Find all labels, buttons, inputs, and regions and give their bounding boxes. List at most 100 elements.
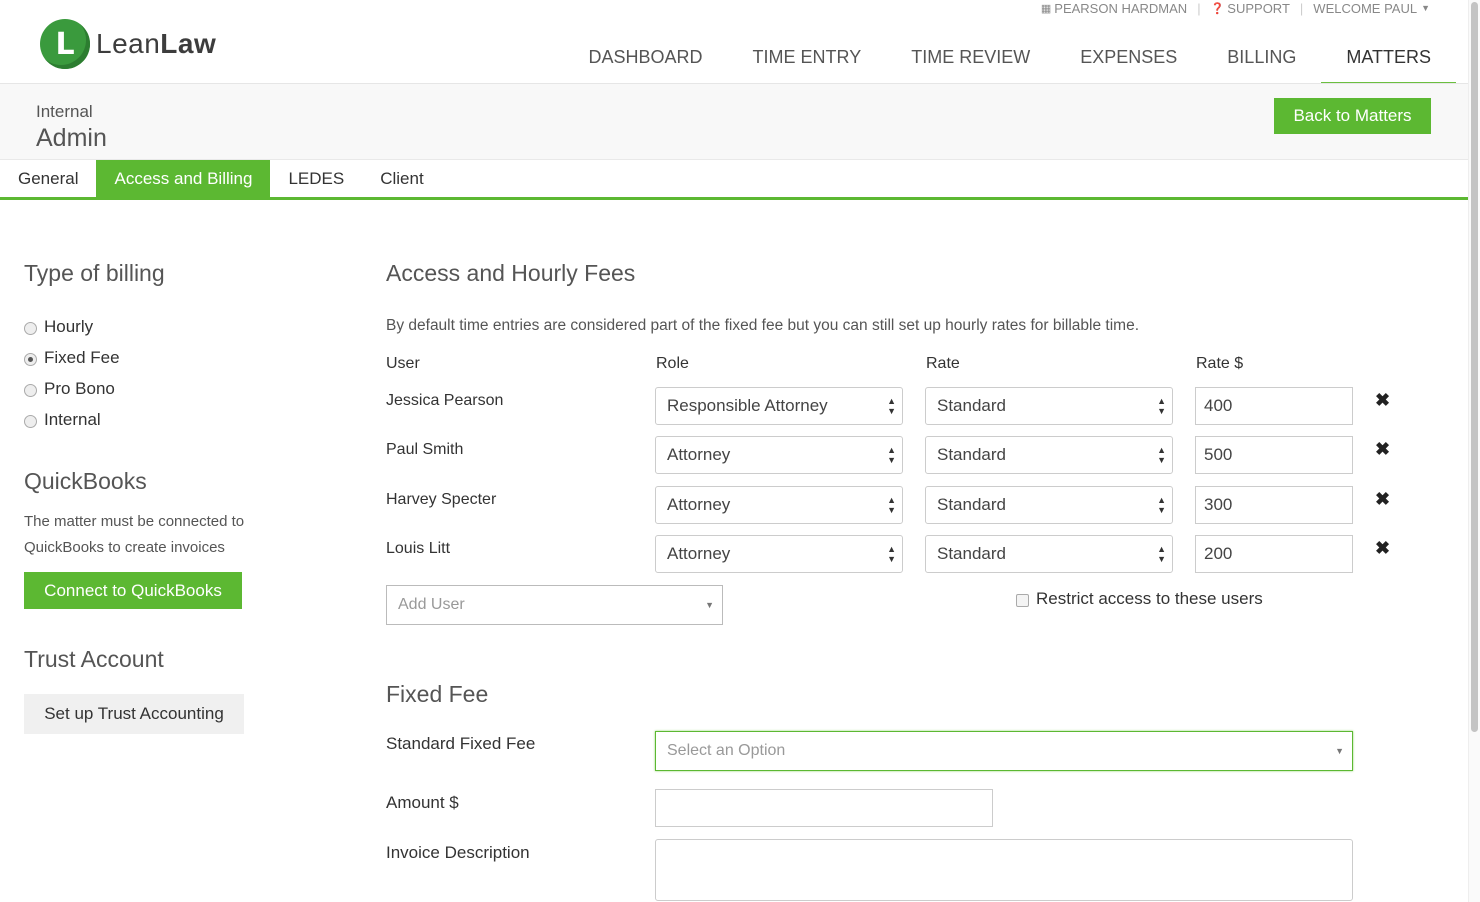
add-user-placeholder: Add User bbox=[398, 596, 465, 613]
rate-amount-input[interactable]: 200 bbox=[1195, 535, 1353, 573]
matter-title: Admin bbox=[36, 124, 107, 152]
column-header-user: User bbox=[386, 355, 420, 372]
rate-value: Standard bbox=[937, 445, 1006, 464]
nav-dashboard[interactable]: DASHBOARD bbox=[564, 38, 728, 84]
logo-text: LeanLaw bbox=[96, 28, 216, 60]
billing-option-label: Hourly bbox=[44, 316, 94, 336]
setup-trust-accounting-button[interactable]: Set up Trust Accounting bbox=[24, 694, 244, 734]
column-header-role: Role bbox=[656, 355, 689, 372]
role-value: Attorney bbox=[667, 445, 731, 464]
restrict-access-checkbox[interactable] bbox=[1016, 594, 1029, 607]
radio-checked-icon[interactable] bbox=[24, 352, 37, 366]
billing-type-heading: Type of billing bbox=[24, 260, 165, 286]
role-select[interactable]: Attorney ▲ ▼ bbox=[655, 535, 903, 573]
utility-bar: ▦ PEARSON HARDMAN | ❓ SUPPORT | WELCOME … bbox=[1041, 0, 1430, 16]
role-select[interactable]: Responsible Attorney ▲ ▼ bbox=[655, 387, 903, 425]
user-name: Louis Litt bbox=[386, 540, 451, 557]
caret-down-icon: ▼ bbox=[1421, 3, 1430, 13]
nav-time-entry[interactable]: TIME ENTRY bbox=[728, 38, 887, 84]
restrict-access-label: Restrict access to these users bbox=[1036, 589, 1263, 608]
access-heading: Access and Hourly Fees bbox=[386, 260, 636, 286]
billing-option-label: Pro Bono bbox=[44, 378, 115, 398]
logo-mark: L bbox=[40, 19, 90, 69]
remove-user-icon[interactable]: ✖ bbox=[1375, 390, 1390, 411]
main-nav: DASHBOARD TIME ENTRY TIME REVIEW EXPENSE… bbox=[564, 38, 1456, 84]
billing-option-label: Internal bbox=[44, 409, 101, 429]
page-scrollbar[interactable] bbox=[1468, 0, 1480, 902]
access-description: By default time entries are considered p… bbox=[386, 317, 1140, 334]
invoice-description-textarea[interactable] bbox=[655, 839, 1353, 901]
rate-value: Standard bbox=[937, 544, 1006, 563]
remove-user-icon[interactable]: ✖ bbox=[1375, 439, 1390, 460]
rate-value: Standard bbox=[937, 495, 1006, 514]
sort-arrows-icon: ▲ ▼ bbox=[1157, 495, 1166, 515]
sort-arrows-icon: ▲ ▼ bbox=[1157, 445, 1166, 465]
access-section: Access and Hourly Fees By default time e… bbox=[386, 260, 1396, 901]
add-user-select[interactable]: Add User ▼ bbox=[386, 585, 723, 625]
radio-icon[interactable] bbox=[24, 414, 37, 428]
welcome-menu[interactable]: WELCOME PAUL bbox=[1313, 1, 1417, 16]
radio-icon[interactable] bbox=[24, 383, 37, 397]
nav-time-review[interactable]: TIME REVIEW bbox=[886, 38, 1055, 84]
rate-select[interactable]: Standard ▲ ▼ bbox=[925, 486, 1173, 524]
nav-expenses[interactable]: EXPENSES bbox=[1055, 38, 1202, 84]
billing-option-label: Fixed Fee bbox=[44, 347, 120, 367]
billing-option-internal[interactable]: Internal bbox=[24, 404, 324, 435]
sort-arrows-icon: ▲ ▼ bbox=[887, 445, 896, 465]
standard-fixed-fee-placeholder: Select an Option bbox=[667, 742, 786, 759]
role-value: Attorney bbox=[667, 544, 731, 563]
rate-amount-input[interactable]: 400 bbox=[1195, 387, 1353, 425]
rate-select[interactable]: Standard ▲ ▼ bbox=[925, 535, 1173, 573]
tab-client[interactable]: Client bbox=[362, 160, 441, 197]
nav-matters[interactable]: MATTERS bbox=[1321, 38, 1456, 84]
connect-quickbooks-button[interactable]: Connect to QuickBooks bbox=[24, 572, 242, 609]
back-to-matters-button[interactable]: Back to Matters bbox=[1274, 98, 1431, 134]
help-icon: ❓ bbox=[1210, 2, 1225, 15]
rate-select[interactable]: Standard ▲ ▼ bbox=[925, 436, 1173, 474]
rate-amount-input[interactable]: 300 bbox=[1195, 486, 1353, 524]
rate-amount-input[interactable]: 500 bbox=[1195, 436, 1353, 474]
sort-arrows-icon: ▲ ▼ bbox=[887, 495, 896, 515]
scrollbar-thumb[interactable] bbox=[1471, 2, 1478, 732]
remove-user-icon[interactable]: ✖ bbox=[1375, 489, 1390, 510]
role-select[interactable]: Attorney ▲ ▼ bbox=[655, 486, 903, 524]
chevron-down-icon: ▼ bbox=[705, 600, 714, 610]
user-name: Harvey Specter bbox=[386, 491, 497, 508]
support-link[interactable]: SUPPORT bbox=[1227, 1, 1290, 16]
billing-option-fixed-fee[interactable]: Fixed Fee bbox=[24, 342, 324, 373]
left-column: Type of billing Hourly Fixed Fee Pro Bon… bbox=[24, 260, 324, 734]
chevron-down-icon: ▼ bbox=[1335, 746, 1344, 756]
sort-arrows-icon: ▲ ▼ bbox=[887, 544, 896, 564]
role-select[interactable]: Attorney ▲ ▼ bbox=[655, 436, 903, 474]
sort-arrows-icon: ▲ ▼ bbox=[1157, 396, 1166, 416]
nav-billing[interactable]: BILLING bbox=[1202, 38, 1321, 84]
fixed-fee-heading: Fixed Fee bbox=[386, 681, 489, 707]
billing-option-hourly[interactable]: Hourly bbox=[24, 311, 324, 342]
role-value: Attorney bbox=[667, 495, 731, 514]
grid-icon: ▦ bbox=[1040, 2, 1052, 15]
standard-fixed-fee-label: Standard Fixed Fee bbox=[386, 734, 536, 753]
logo[interactable]: L LeanLaw bbox=[40, 19, 216, 69]
role-value: Responsible Attorney bbox=[667, 396, 828, 415]
billing-type-options: Hourly Fixed Fee Pro Bono Internal bbox=[24, 311, 324, 435]
user-name: Jessica Pearson bbox=[386, 392, 504, 409]
rate-select[interactable]: Standard ▲ ▼ bbox=[925, 387, 1173, 425]
logo-text-bold: Law bbox=[160, 28, 217, 59]
tab-general[interactable]: General bbox=[0, 160, 96, 197]
divider: | bbox=[1299, 0, 1304, 16]
remove-user-icon[interactable]: ✖ bbox=[1375, 538, 1390, 559]
firm-link[interactable]: PEARSON HARDMAN bbox=[1054, 1, 1187, 16]
sort-arrows-icon: ▲ ▼ bbox=[1157, 544, 1166, 564]
tab-access-and-billing[interactable]: Access and Billing bbox=[96, 160, 271, 197]
amount-label: Amount $ bbox=[386, 793, 459, 812]
tab-ledes[interactable]: LEDES bbox=[270, 160, 362, 197]
logo-text-light: Lean bbox=[96, 28, 161, 59]
amount-input[interactable] bbox=[655, 789, 993, 827]
radio-icon[interactable] bbox=[24, 321, 37, 335]
standard-fixed-fee-select[interactable]: Select an Option ▼ bbox=[655, 731, 1353, 771]
sort-arrows-icon: ▲ ▼ bbox=[887, 396, 896, 416]
invoice-description-label: Invoice Description bbox=[386, 843, 530, 862]
rate-value: Standard bbox=[937, 396, 1006, 415]
trust-account-heading: Trust Account bbox=[24, 646, 164, 672]
billing-option-pro-bono[interactable]: Pro Bono bbox=[24, 373, 324, 404]
